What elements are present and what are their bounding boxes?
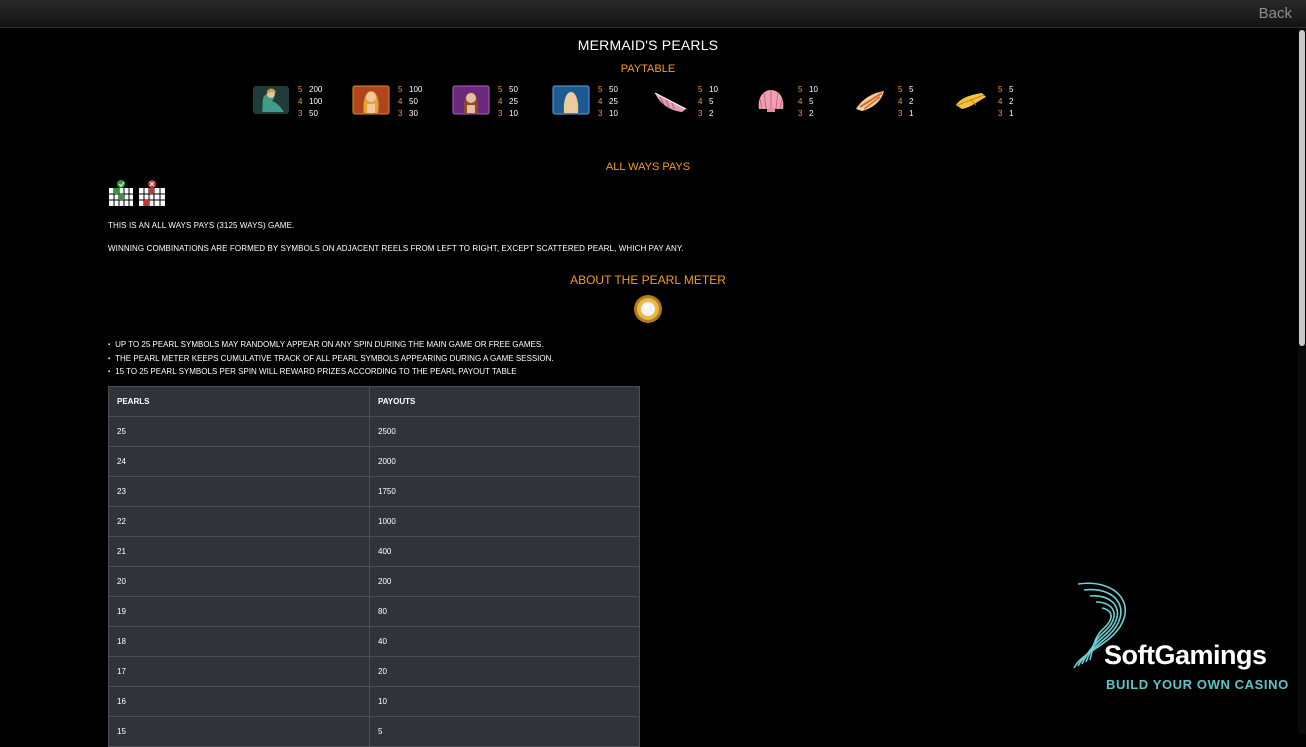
table-cell: 17 [109, 657, 370, 686]
scallop-shell-icon [758, 90, 784, 112]
table-cell: 2000 [378, 457, 396, 466]
pearl-meter-list: UP TO 25 PEARL SYMBOLS MAY RANDOMLY APPE… [108, 339, 554, 380]
table-row: 15 5 [109, 717, 639, 746]
purple-mermaid-symbol-icon [452, 85, 490, 115]
table-cell: 22 [109, 507, 370, 536]
paytable-symbol: 5 10 45 32 [752, 82, 842, 122]
table-row: 21 400 [109, 537, 639, 567]
table-row: 20 200 [109, 567, 639, 597]
back-button[interactable]: Back [1259, 5, 1292, 22]
paytable-symbol: 55 42 31 [952, 82, 1042, 122]
winning-combinations-text: WINNING COMBINATIONS ARE FORMED BY SYMBO… [108, 244, 684, 253]
list-item: THE PEARL METER KEEPS CUMULATIVE TRACK O… [108, 353, 554, 367]
spiral-shell-icon [856, 91, 884, 111]
table-row: 19 80 [109, 597, 639, 627]
paytable-symbol: 5 50 4 25 3 10 [452, 82, 542, 122]
table-cell: 21 [109, 537, 370, 566]
scrollbar-thumb[interactable] [1299, 30, 1305, 346]
all-ways-heading: ALL WAYS PAYS [605, 161, 691, 173]
list-item: UP TO 25 PEARL SYMBOLS MAY RANDOMLY APPE… [108, 339, 554, 353]
table-row: 18 40 [109, 627, 639, 657]
table-row: 25 2500 [109, 417, 639, 447]
paytable-heading: PAYTABLE [620, 63, 676, 75]
paytable-symbol: 5 10 45 32 [652, 82, 742, 122]
table-cell: 5 [378, 727, 383, 736]
column-header-payouts: PAYOUTS [378, 397, 416, 406]
table-cell: 10 [378, 697, 387, 706]
table-row: 23 1750 [109, 477, 639, 507]
table-cell: 40 [378, 637, 387, 646]
brand-name: SoftGamings [1104, 640, 1267, 670]
paytable-symbol: 5 100 4 50 3 30 [352, 82, 442, 122]
blue-mermaid-symbol-icon [552, 85, 590, 115]
table-cell: 400 [378, 547, 392, 556]
paytable-symbol: 55 42 31 [852, 82, 942, 122]
table-header-row: PEARLS PAYOUTS [109, 387, 639, 417]
table-row: 24 2000 [109, 447, 639, 477]
starfish-shell-icon [956, 93, 986, 109]
paytable-symbol: 5 200 4 100 3 50 [252, 82, 342, 122]
pearl-meter-heading: ABOUT THE PEARL METER [570, 273, 726, 287]
table-cell: 20 [109, 567, 370, 596]
table-cell: 2500 [378, 427, 396, 436]
paytable: 5 200 4 100 3 50 5 100 4 50 3 30 5 50 4 … [252, 82, 1032, 122]
top-bar: Back [0, 0, 1306, 28]
table-cell: 1000 [378, 517, 396, 526]
ways-description: THIS IS AN ALL WAYS PAYS (3125 WAYS) GAM… [108, 221, 295, 230]
brand-tagline: BUILD YOUR OWN CASINO [1106, 677, 1289, 692]
game-title: MERMAID'S PEARLS [577, 37, 719, 53]
red-mermaid-symbol-icon [352, 85, 390, 115]
table-row: 22 1000 [109, 507, 639, 537]
softgamings-logo: SoftGamings BUILD YOUR OWN CASINO [1070, 580, 1300, 692]
pearl-payout-table: PEARLS PAYOUTS 25 2500 24 2000 23 1750 2… [108, 386, 640, 747]
table-cell: 80 [378, 607, 387, 616]
table-cell: 18 [109, 627, 370, 656]
table-cell: 19 [109, 597, 370, 626]
table-cell: 16 [109, 687, 370, 716]
pearl-icon [634, 295, 662, 323]
paytable-symbol: 5 50 4 25 3 10 [552, 82, 642, 122]
column-header-pearls: PEARLS [109, 387, 370, 416]
ways-grid-icon [109, 180, 165, 206]
table-cell: 23 [109, 477, 370, 506]
table-cell: 15 [109, 717, 370, 746]
table-row: 17 20 [109, 657, 639, 687]
table-cell: 200 [378, 577, 392, 586]
table-cell: 20 [378, 667, 387, 676]
conch-shell-icon [654, 92, 687, 112]
mermaid-symbol-icon [253, 86, 289, 114]
table-row: 16 10 [109, 687, 639, 717]
table-cell: 24 [109, 447, 370, 476]
list-item: 15 TO 25 PEARL SYMBOLS PER SPIN WILL REW… [108, 366, 554, 380]
table-cell: 1750 [378, 487, 396, 496]
table-cell: 25 [109, 417, 370, 446]
